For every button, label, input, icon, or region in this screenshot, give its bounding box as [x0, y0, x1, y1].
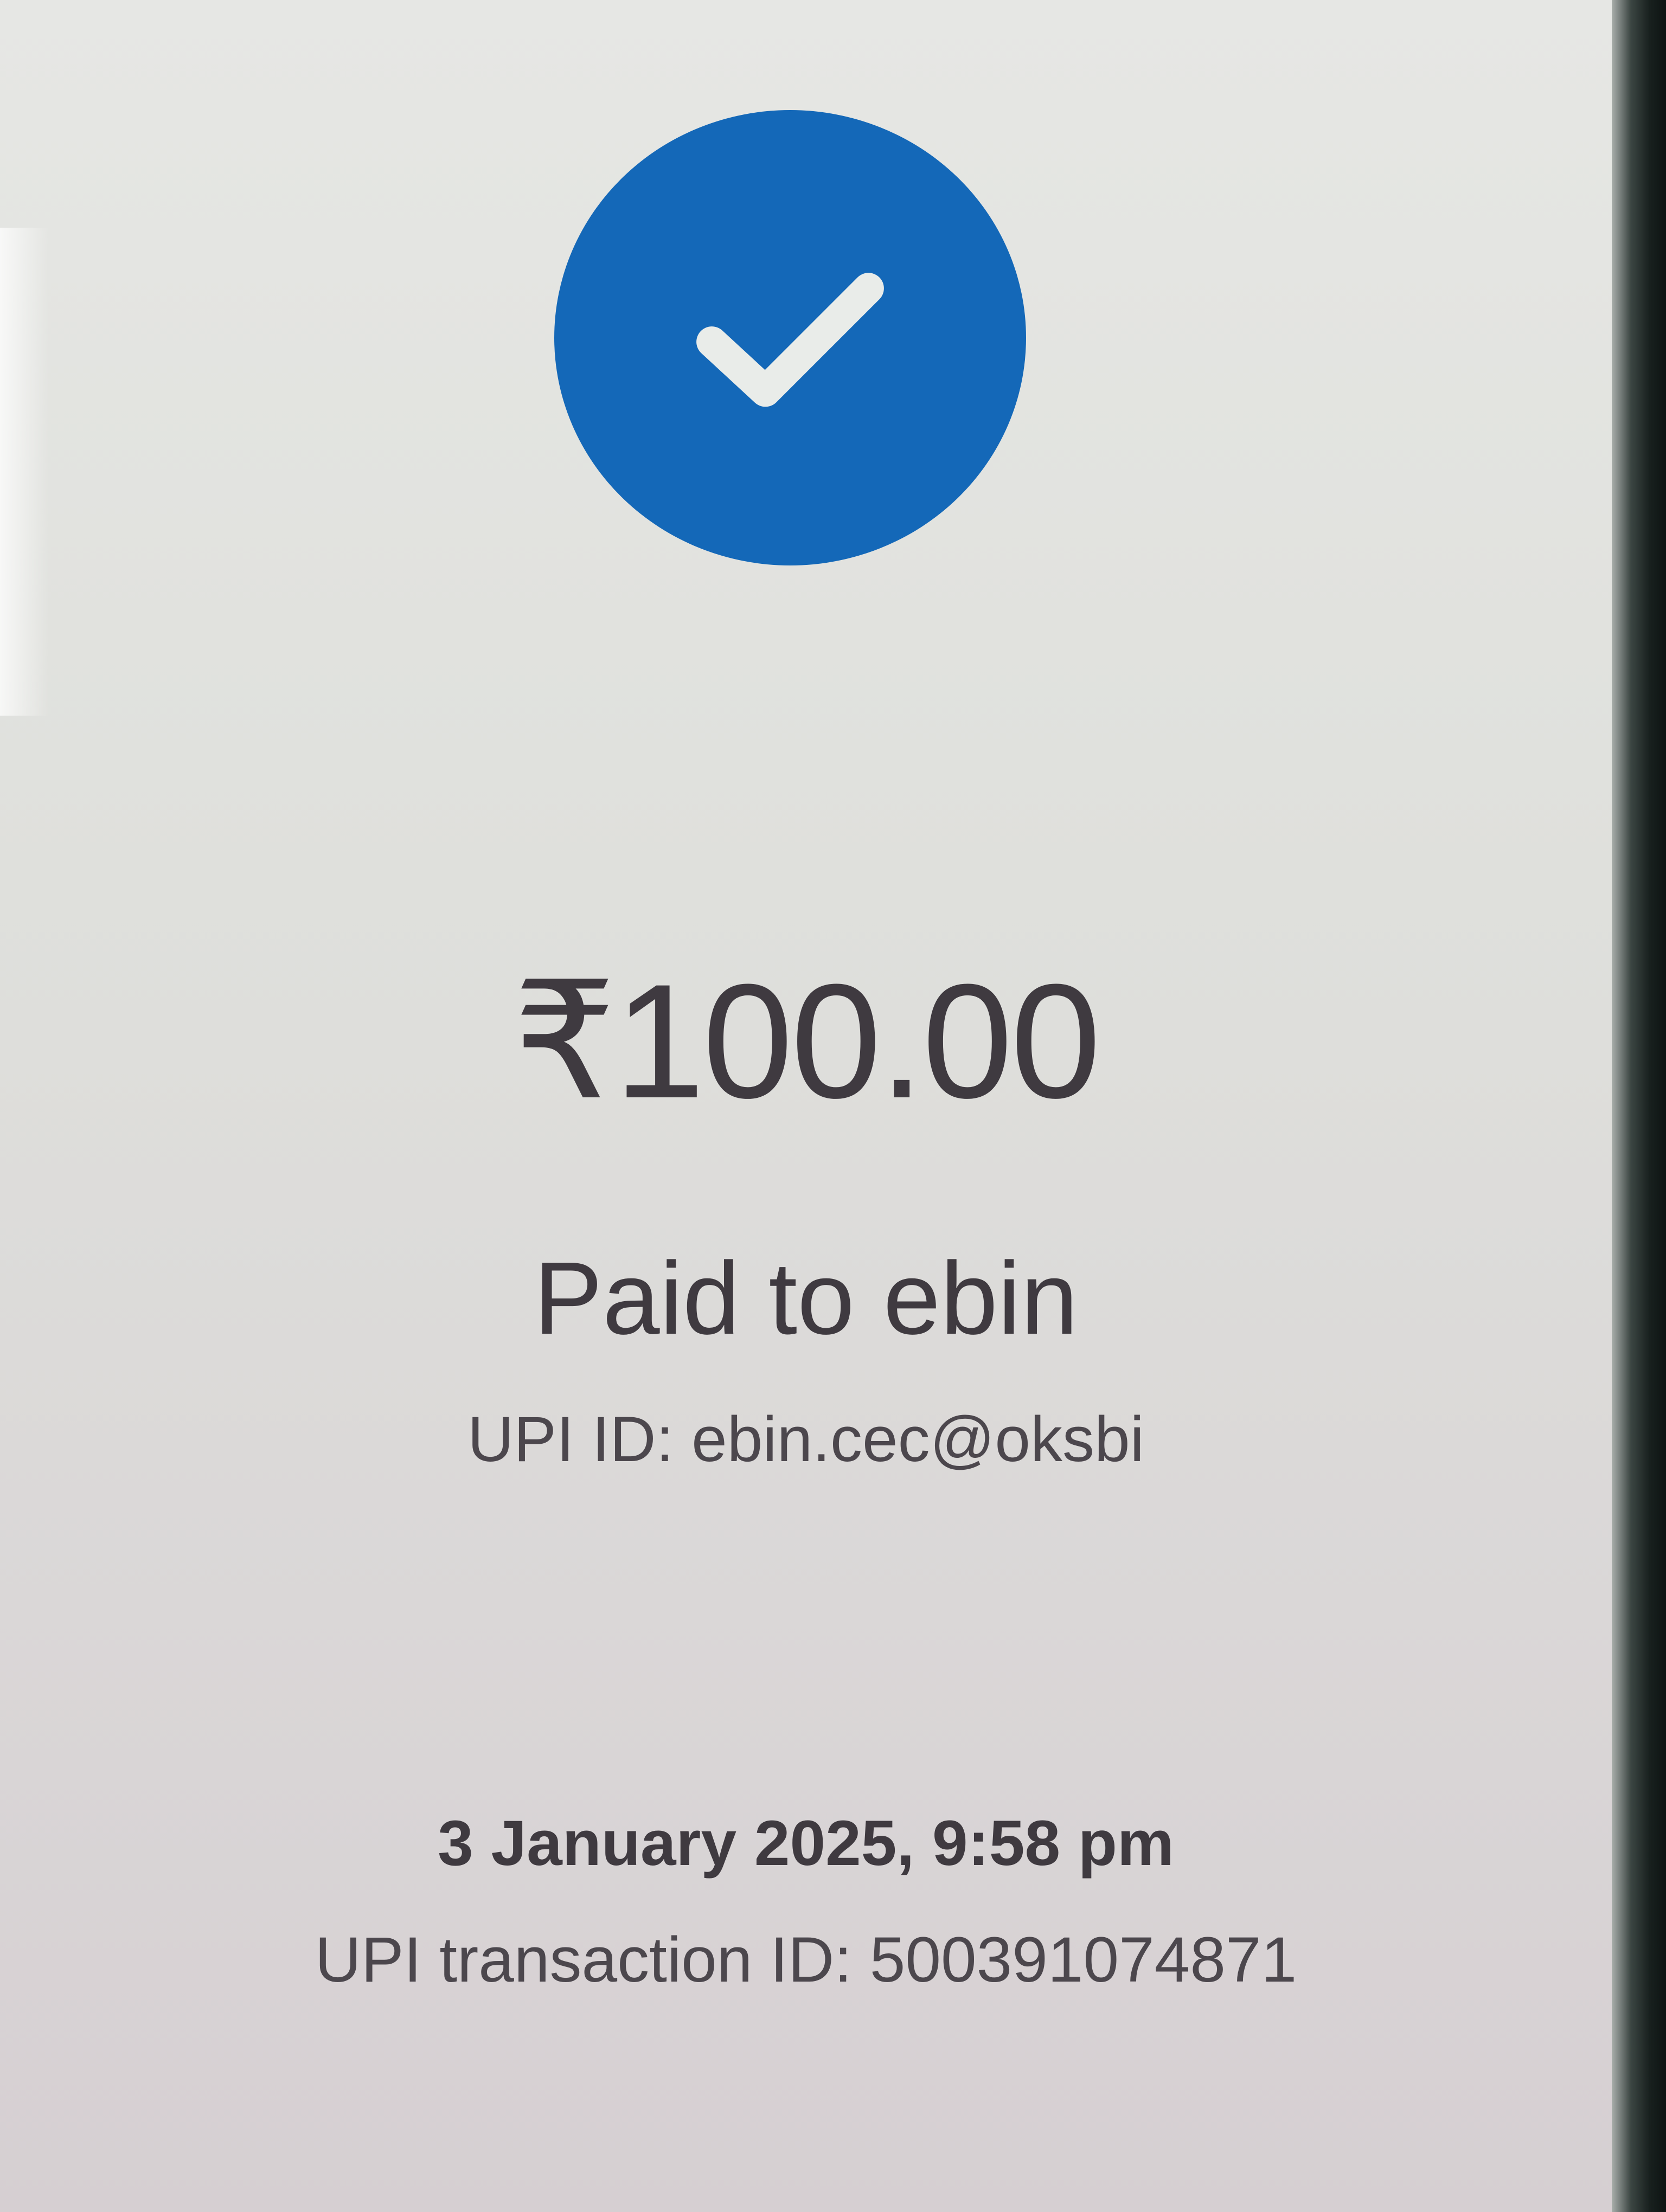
checkmark-icon [696, 273, 884, 407]
payee-upi-id: UPI ID: ebin.cec@oksbi [467, 1404, 1144, 1475]
payment-success-screen: ₹100.00 Paid to ebin UPI ID: ebin.cec@ok… [0, 0, 1612, 2212]
transaction-id: UPI transaction ID: 500391074871 [315, 1924, 1297, 1996]
phone-bezel [1612, 0, 1666, 2212]
payment-amount: ₹100.00 [512, 950, 1101, 1132]
success-badge [554, 110, 1026, 565]
transaction-datetime: 3 January 2025, 9:58 pm [438, 1808, 1174, 1879]
screen-glare [0, 228, 49, 716]
payee-name: Paid to ebin [534, 1241, 1078, 1356]
